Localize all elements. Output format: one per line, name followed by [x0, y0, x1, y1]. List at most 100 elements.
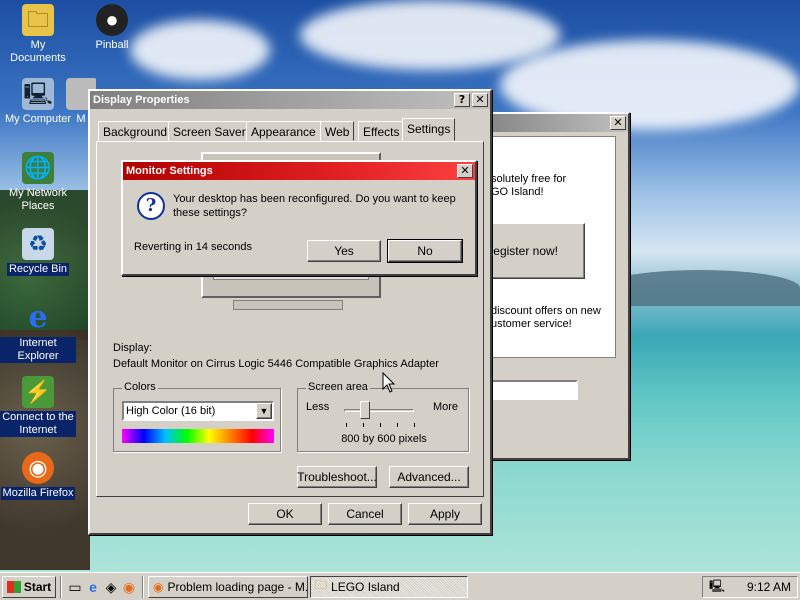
task-button-lego-island[interactable]: 🗀 LEGO Island	[310, 575, 468, 598]
desktop-icon-internet-explorer[interactable]: e Internet Explorer	[0, 302, 76, 363]
dialog-message: Your desktop has been reconfigured. Do y…	[173, 193, 456, 219]
mouse-cursor-icon	[382, 372, 396, 393]
close-button[interactable]: ✕	[610, 116, 626, 130]
start-button[interactable]: Start	[2, 575, 56, 598]
desktop-icon-my-computer[interactable]: 🖳 My Computer	[0, 78, 76, 126]
lego-text: solutely free for GO Island!	[491, 173, 566, 199]
display-value: Default Monitor on Cirrus Logic 5446 Com…	[113, 358, 439, 370]
lego-text-line: solutely free for	[491, 173, 567, 185]
lego-text-line: GO Island!	[491, 186, 544, 198]
lego-text: discount offers on new ustomer service!	[491, 305, 601, 331]
cloud	[300, 0, 560, 70]
clock[interactable]: 9:12 AM	[747, 580, 791, 594]
monitor-stand	[233, 300, 343, 310]
display-properties-window[interactable]: Display Properties ? ✕ Background Screen…	[88, 89, 492, 535]
windows-logo-icon	[6, 580, 21, 593]
no-button[interactable]: No	[387, 239, 463, 263]
recycle-bin-icon: ♻	[22, 228, 54, 260]
tab-screen-saver[interactable]: Screen Saver	[168, 121, 251, 141]
desktop-icon-connect-internet[interactable]: ⚡ Connect to the Internet	[0, 376, 76, 437]
lego-titlebar[interactable]: ✕	[472, 114, 628, 132]
task-button-firefox[interactable]: ◉ Problem loading page - M...	[148, 575, 308, 598]
colors-group: Colors High Color (16 bit) ▼	[113, 381, 281, 452]
connect-internet-icon: ⚡	[22, 376, 54, 408]
monitor-settings-dialog[interactable]: Monitor Settings ✕ ? Your desktop has be…	[121, 160, 477, 276]
chevron-down-icon[interactable]: ▼	[256, 403, 272, 419]
folder-icon: 🗀	[315, 578, 328, 592]
tab-appearance[interactable]: Appearance	[246, 121, 321, 141]
task-label: LEGO Island	[331, 579, 400, 594]
folder-icon: 🗀	[22, 4, 54, 36]
resolution-slider-track[interactable]	[344, 409, 414, 412]
pinball-icon: ●	[96, 4, 128, 36]
tab-web[interactable]: Web	[320, 121, 355, 141]
desktop-icon-label: My Network Places	[8, 187, 68, 212]
cancel-button[interactable]: Cancel	[328, 503, 402, 525]
firefox-icon: ◉	[153, 579, 164, 594]
tab-strip: Background Screen Saver Appearance Web E…	[98, 118, 482, 143]
computer-icon: 🖳	[22, 78, 54, 110]
rocks	[0, 330, 90, 570]
desktop-icon-label: My Documents	[10, 39, 66, 64]
system-tray: 🖳 9:12 AM	[702, 576, 798, 598]
window-title: Display Properties	[93, 94, 190, 106]
desktop-icon-pinball[interactable]: ● Pinball	[74, 4, 150, 52]
firefox-icon[interactable]: ◉	[120, 578, 138, 596]
desktop-icon-label: Connect to the Internet	[0, 411, 76, 437]
lego-content: solutely free for GO Island! Register no…	[474, 136, 616, 358]
apply-button[interactable]: Apply	[408, 503, 482, 525]
display-label: Display:	[113, 342, 153, 354]
question-icon: ?	[137, 192, 165, 220]
firefox-icon: ◉	[22, 452, 54, 484]
task-label: Problem loading page - M...	[167, 579, 308, 594]
lego-text-line: ustomer service!	[491, 318, 572, 330]
desktop-icon-recycle-bin[interactable]: ♻ Recycle Bin	[0, 228, 76, 276]
display-properties-titlebar[interactable]: Display Properties ? ✕	[90, 91, 490, 109]
desktop-icon-my-documents[interactable]: 🗀 My Documents	[0, 4, 76, 65]
resolution-slider-thumb[interactable]	[360, 401, 370, 419]
show-desktop-icon[interactable]: ▭	[66, 578, 84, 596]
tab-background[interactable]: Background	[98, 121, 173, 141]
troubleshoot-button[interactable]: Troubleshoot...	[297, 466, 377, 488]
close-button[interactable]: ✕	[457, 164, 473, 178]
desktop-icon-my-network-places[interactable]: 🌐 My Network Places	[0, 152, 76, 213]
taskbar-separator	[142, 575, 144, 598]
start-label: Start	[23, 579, 52, 594]
colors-select[interactable]: High Color (16 bit) ▼	[122, 401, 274, 421]
slider-ticks	[346, 423, 416, 427]
internet-explorer-icon[interactable]: e	[84, 578, 102, 596]
taskbar-separator	[60, 575, 62, 598]
display-settings-tray-icon[interactable]: 🖳	[709, 577, 725, 598]
countdown-text: Reverting in 14 seconds	[134, 241, 253, 253]
desktop-icon-label: Internet Explorer	[0, 337, 76, 363]
tab-settings[interactable]: Settings	[402, 118, 456, 141]
resolution-value: 800 by 600 pixels	[341, 433, 427, 445]
lego-island-window[interactable]: ✕ solutely free for GO Island! Register …	[470, 112, 630, 460]
taskbar: Start ▭ e ◈ ◉ ◉ Problem loading page - M…	[0, 572, 800, 600]
desktop-icon-label: M	[76, 113, 86, 125]
advanced-button[interactable]: Advanced...	[389, 466, 469, 488]
colors-label: Colors	[122, 381, 158, 393]
yes-button[interactable]: Yes	[307, 240, 381, 262]
network-icon: 🌐	[22, 152, 54, 184]
dialog-title: Monitor Settings	[126, 165, 213, 177]
color-spectrum	[122, 429, 274, 443]
desktop-icon-label: Pinball	[95, 39, 129, 51]
close-button[interactable]: ✕	[472, 93, 488, 107]
desktop-icon-label: Recycle Bin	[6, 263, 70, 276]
channels-icon[interactable]: ◈	[102, 578, 120, 596]
help-button[interactable]: ?	[454, 93, 470, 107]
monitor-settings-titlebar[interactable]: Monitor Settings ✕	[123, 162, 475, 180]
desktop-icon-label: Mozilla Firefox	[0, 487, 76, 500]
desktop-icon-mozilla-firefox[interactable]: ◉ Mozilla Firefox	[0, 452, 76, 500]
colors-select-value: High Color (16 bit)	[126, 405, 216, 417]
lego-text-line: discount offers on new	[491, 305, 601, 317]
distant-island	[600, 270, 800, 306]
screen-area-group: Screen area Less More 800 by 600 pixels	[297, 381, 469, 452]
desktop-icon-label: My Computer	[4, 113, 72, 125]
screen-area-label: Screen area	[306, 381, 370, 393]
more-label: More	[432, 401, 458, 413]
internet-explorer-icon: e	[28, 300, 48, 335]
tab-effects[interactable]: Effects	[358, 121, 405, 141]
ok-button[interactable]: OK	[248, 503, 322, 525]
